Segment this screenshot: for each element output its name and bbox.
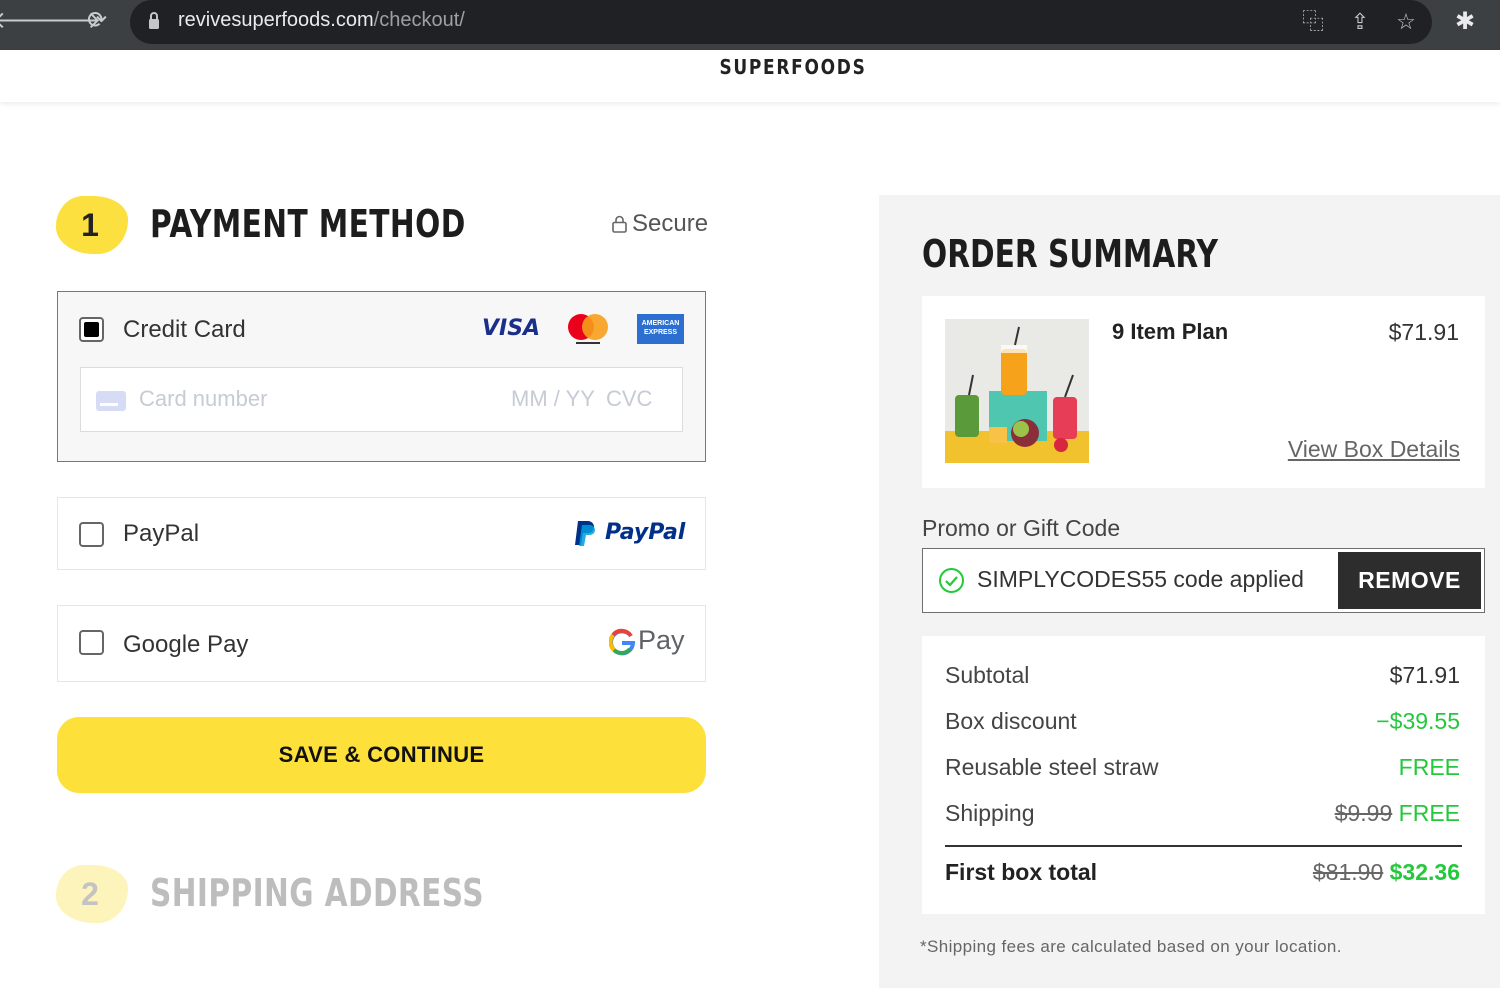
lock-icon bbox=[149, 12, 159, 29]
steel-straw-label: Reusable steel straw bbox=[945, 754, 1159, 780]
step-number: 2 bbox=[81, 876, 99, 912]
shipping-footnote: *Shipping fees are calculated based on y… bbox=[920, 937, 1342, 956]
shipping-old-price: $9.99 bbox=[1334, 800, 1393, 826]
credit-card-icon bbox=[96, 391, 126, 411]
amex-logo: AMERICAN EXPRESS bbox=[637, 314, 684, 344]
paypal-radio[interactable] bbox=[79, 522, 104, 547]
paypal-option[interactable]: PayPal PayPal bbox=[57, 497, 706, 570]
extensions-puzzle-icon[interactable]: ✱ bbox=[1450, 8, 1480, 36]
promo-code-field: SIMPLYCODES55 code applied REMOVE bbox=[922, 548, 1485, 613]
credit-card-radio[interactable] bbox=[79, 317, 104, 342]
shipping-value: $9.99 FREE bbox=[1335, 800, 1460, 827]
credit-card-label: Credit Card bbox=[123, 316, 246, 343]
totals-divider bbox=[945, 845, 1462, 847]
google-pay-option[interactable]: Google Pay Pay bbox=[57, 605, 706, 682]
view-box-details-link[interactable]: View Box Details bbox=[1288, 436, 1460, 463]
shipping-new-price: FREE bbox=[1398, 800, 1460, 826]
paypal-p-icon bbox=[575, 521, 595, 546]
forward-arrow-icon[interactable]: 🡒 bbox=[37, 7, 101, 35]
first-box-total-value: $81.90 $32.36 bbox=[1313, 859, 1460, 886]
item-name: 9 Item Plan bbox=[1112, 319, 1229, 344]
address-bar[interactable]: revivesuperfoods.com/checkout/ ⿻ ⇪ ☆ bbox=[130, 0, 1432, 44]
mastercard-logo bbox=[568, 314, 608, 344]
shipping-address-title: SHIPPING ADDRESS bbox=[150, 871, 484, 915]
check-circle-icon bbox=[939, 568, 964, 593]
payment-method-title: PAYMENT METHOD bbox=[150, 202, 466, 246]
card-number-field[interactable]: Card number bbox=[139, 386, 267, 412]
save-continue-button[interactable]: SAVE & CONTINUE bbox=[57, 717, 706, 793]
visa-logo: VISA bbox=[482, 316, 541, 341]
order-summary-title: ORDER SUMMARY bbox=[922, 232, 1219, 276]
card-details-input[interactable]: Card number MM / YY CVC bbox=[80, 367, 683, 432]
product-image bbox=[945, 319, 1089, 463]
secure-label: Secure bbox=[632, 210, 709, 237]
url-text: revivesuperfoods.com/checkout/ bbox=[178, 9, 465, 31]
total-old-price: $81.90 bbox=[1312, 859, 1384, 885]
translate-icon[interactable]: ⿻ bbox=[1300, 9, 1326, 35]
box-discount-value: −$39.55 bbox=[1376, 708, 1460, 734]
lock-icon bbox=[612, 215, 627, 233]
steel-straw-value: FREE bbox=[1398, 754, 1460, 780]
promo-applied-text: SIMPLYCODES55 code applied bbox=[977, 566, 1304, 592]
expiry-field[interactable]: MM / YY bbox=[511, 386, 595, 412]
reload-icon[interactable]: ⟳ bbox=[83, 7, 111, 35]
cvc-field[interactable]: CVC bbox=[606, 386, 652, 412]
google-g-icon bbox=[609, 628, 635, 656]
promo-label: Promo or Gift Code bbox=[922, 515, 1121, 541]
step-number: 1 bbox=[81, 207, 99, 243]
paypal-logo: PayPal bbox=[605, 520, 686, 545]
first-box-total-label: First box total bbox=[945, 859, 1098, 885]
share-icon[interactable]: ⇪ bbox=[1347, 9, 1373, 35]
back-arrow-icon[interactable]: 🡐 bbox=[0, 7, 56, 35]
subtotal-label: Subtotal bbox=[945, 662, 1030, 688]
remove-promo-button[interactable]: REMOVE bbox=[1338, 552, 1481, 609]
shipping-label: Shipping bbox=[945, 800, 1035, 826]
item-price: $71.91 bbox=[1388, 319, 1459, 345]
google-pay-radio[interactable] bbox=[79, 630, 104, 655]
box-discount-label: Box discount bbox=[945, 708, 1077, 734]
brand-logo[interactable]: SUPERFOODS bbox=[119, 55, 1467, 79]
subtotal-value: $71.91 bbox=[1389, 662, 1460, 688]
site-header: SUPERFOODS bbox=[0, 50, 1500, 102]
paypal-label: PayPal bbox=[123, 520, 200, 547]
browser-toolbar: 🡐 🡒 ⟳ revivesuperfoods.com/checkout/ ⿻ ⇪… bbox=[0, 0, 1500, 50]
google-pay-logo: Pay bbox=[638, 625, 685, 655]
secure-indicator: Secure bbox=[612, 210, 708, 238]
bookmark-star-icon[interactable]: ☆ bbox=[1393, 9, 1419, 35]
google-pay-label: Google Pay bbox=[123, 631, 249, 658]
total-new-price: $32.36 bbox=[1389, 859, 1460, 885]
